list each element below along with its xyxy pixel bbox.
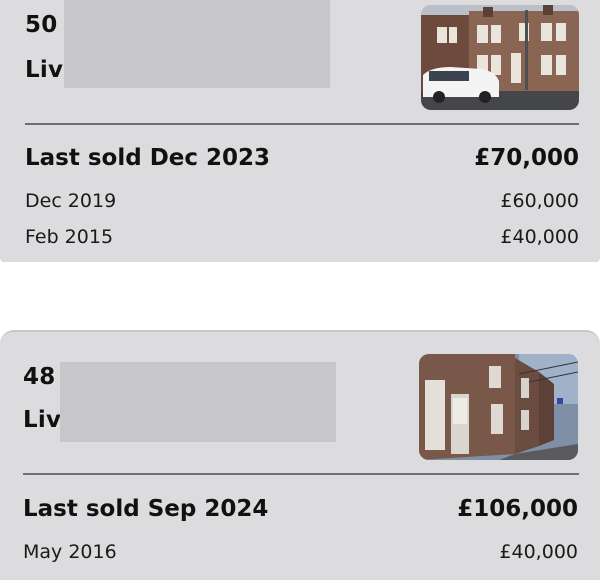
address-line: Liv	[23, 407, 62, 433]
sale-history-row: Feb 2015 £40,000	[25, 223, 579, 251]
sale-price: £60,000	[500, 190, 579, 212]
card-divider	[23, 473, 579, 475]
sale-price: £40,000	[500, 226, 579, 248]
redacted-address-block	[60, 362, 336, 442]
property-card[interactable]: 48 Liv Last sold Sep 2024 £106,000 May 2	[0, 330, 600, 580]
last-sold-row: Last sold Dec 2023 £70,000	[25, 142, 579, 174]
terraced-house-photo	[421, 5, 579, 110]
sale-price: £40,000	[499, 541, 578, 563]
street-house-photo	[419, 354, 578, 460]
sale-date: Dec 2019	[25, 190, 117, 212]
sale-date: Feb 2015	[25, 226, 114, 248]
address-line: Liv	[25, 57, 64, 83]
redacted-address-block	[64, 0, 330, 88]
last-sold-row: Last sold Sep 2024 £106,000	[23, 493, 578, 525]
list-gap	[0, 262, 600, 330]
house-number: 50	[25, 12, 58, 38]
last-sold-label: Last sold Sep 2024	[23, 496, 269, 522]
sale-history-row: May 2016 £40,000	[23, 538, 578, 566]
sale-date: May 2016	[23, 541, 117, 563]
property-card[interactable]: 50 Liv Last sold Dec 2023 £70,000 Dec 20…	[0, 0, 600, 262]
sale-history-row: Dec 2019 £60,000	[25, 187, 579, 215]
last-sold-price: £70,000	[474, 145, 579, 171]
last-sold-label: Last sold Dec 2023	[25, 145, 271, 171]
house-number: 48	[23, 364, 56, 390]
last-sold-price: £106,000	[457, 496, 578, 522]
property-photo[interactable]	[421, 5, 579, 110]
property-photo[interactable]	[419, 354, 578, 460]
card-divider	[25, 123, 579, 125]
